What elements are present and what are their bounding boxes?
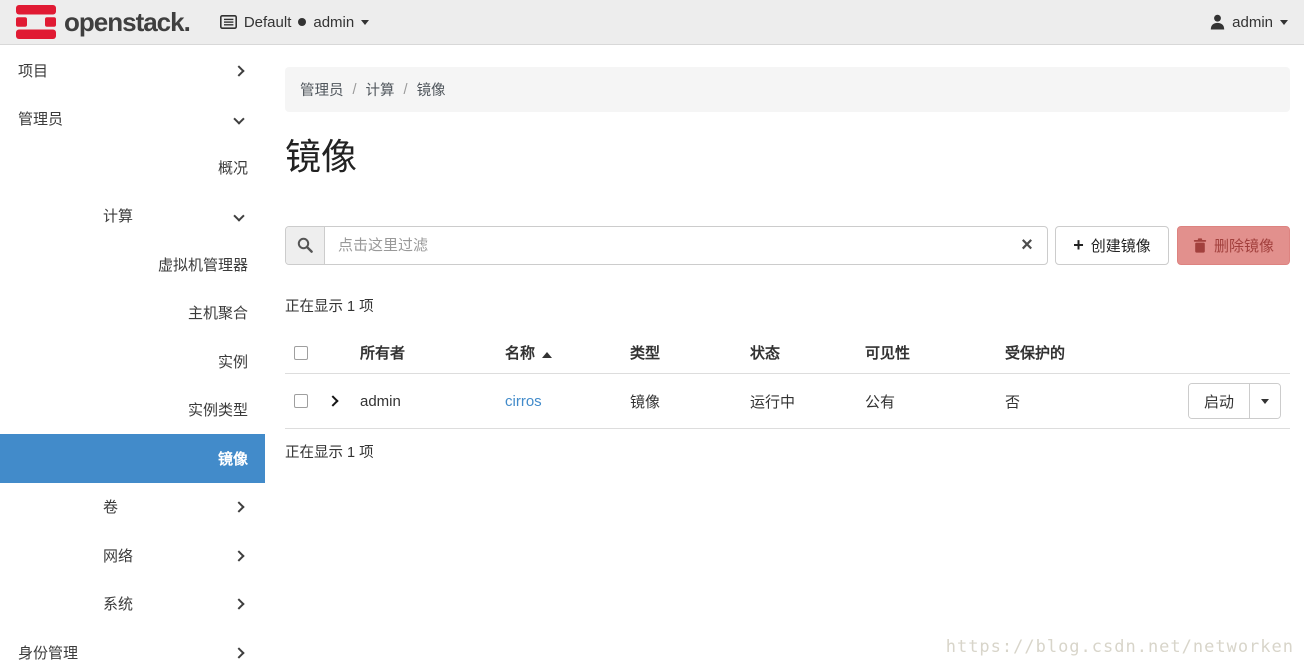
sidebar-item-admin[interactable]: 管理员: [0, 95, 265, 144]
main-content: 管理员 / 计算 / 镜像 镜像 × +: [265, 45, 1304, 663]
create-image-button[interactable]: + 创建镜像: [1055, 226, 1169, 265]
sidebar-item-images[interactable]: 镜像: [0, 434, 265, 483]
cell-visibility: 公有: [865, 374, 1005, 429]
brand[interactable]: openstack.: [16, 5, 190, 39]
search-icon: [297, 237, 313, 253]
top-navbar: openstack. Default admin admin: [0, 0, 1304, 45]
openstack-logo-icon: [16, 5, 56, 39]
launch-button[interactable]: 启动: [1189, 384, 1249, 418]
col-header-name[interactable]: 名称: [505, 332, 630, 374]
sidebar-item-network[interactable]: 网络: [0, 531, 265, 580]
sidebar-item-instances[interactable]: 实例: [0, 337, 265, 386]
chevron-down-icon: [361, 20, 369, 25]
image-name-link[interactable]: cirros: [505, 393, 542, 410]
sidebar-item-project[interactable]: 项目: [0, 46, 265, 95]
brand-text: openstack.: [64, 7, 190, 38]
page-title: 镜像: [285, 133, 1290, 182]
sidebar: 项目 管理员 概况 计算 虚拟机管理器 主机聚合 实例 实例类型 镜像: [0, 45, 265, 663]
chevron-down-icon: [1280, 20, 1288, 25]
search-button[interactable]: [286, 227, 325, 264]
filter-input[interactable]: [325, 227, 1007, 264]
user-icon: [1210, 14, 1225, 30]
sidebar-item-overview[interactable]: 概况: [0, 143, 265, 192]
cell-protected: 否: [1005, 374, 1145, 429]
filter-toolbar: × + 创建镜像 删除镜像: [285, 226, 1290, 265]
chevron-down-icon: [235, 207, 243, 224]
breadcrumb-images: 镜像: [417, 79, 446, 100]
breadcrumb-compute[interactable]: 计算: [366, 79, 395, 100]
project-label: admin: [313, 14, 354, 31]
filter-input-group: ×: [285, 226, 1048, 265]
col-header-visibility[interactable]: 可见性: [865, 332, 1005, 374]
user-menu[interactable]: admin: [1210, 14, 1288, 31]
breadcrumb-admin[interactable]: 管理员: [300, 79, 344, 100]
context-switcher[interactable]: Default admin: [220, 14, 369, 31]
dot-separator-icon: [298, 18, 306, 26]
breadcrumb-separator: /: [404, 82, 408, 98]
select-all-checkbox[interactable]: [294, 346, 308, 360]
watermark-text: https://blog.csdn.net/networken: [946, 637, 1294, 657]
breadcrumb-separator: /: [353, 82, 357, 98]
cell-status: 运行中: [750, 374, 865, 429]
clear-icon: ×: [1021, 234, 1033, 257]
chevron-right-icon: [235, 498, 243, 515]
sidebar-item-system[interactable]: 系统: [0, 580, 265, 629]
chevron-right-icon: [235, 595, 243, 612]
list-icon: [220, 15, 237, 29]
col-header-owner[interactable]: 所有者: [360, 332, 505, 374]
trash-icon: [1193, 238, 1207, 253]
sidebar-item-identity[interactable]: 身份管理: [0, 628, 265, 663]
cell-owner: admin: [360, 374, 505, 429]
col-header-type[interactable]: 类型: [630, 332, 750, 374]
items-count-top: 正在显示 1 项: [285, 295, 1290, 316]
row-actions: 启动: [1188, 383, 1281, 419]
chevron-right-icon: [235, 547, 243, 564]
table-row: admin cirros 镜像 运行中 公有 否 启动: [285, 374, 1290, 429]
actions-dropdown-button[interactable]: [1249, 384, 1280, 418]
plus-icon: +: [1073, 236, 1084, 254]
sidebar-item-volumes[interactable]: 卷: [0, 483, 265, 532]
chevron-right-icon: [235, 644, 243, 661]
username-label: admin: [1232, 14, 1273, 31]
chevron-right-icon: [235, 62, 243, 79]
col-header-status[interactable]: 状态: [750, 332, 865, 374]
delete-image-button[interactable]: 删除镜像: [1177, 226, 1290, 265]
cell-type: 镜像: [630, 374, 750, 429]
breadcrumb: 管理员 / 计算 / 镜像: [285, 67, 1290, 112]
items-count-bottom: 正在显示 1 项: [285, 441, 1290, 462]
sort-asc-icon: [542, 352, 552, 358]
clear-filter-button[interactable]: ×: [1007, 227, 1047, 264]
chevron-down-icon: [1261, 399, 1269, 404]
sidebar-item-host-aggregates[interactable]: 主机聚合: [0, 289, 265, 338]
domain-label: Default: [244, 14, 292, 31]
chevron-down-icon: [235, 110, 243, 127]
sidebar-item-compute[interactable]: 计算: [0, 192, 265, 241]
images-table: 所有者 名称 类型 状态 可见性 受保护的: [285, 332, 1290, 430]
sidebar-item-hypervisors[interactable]: 虚拟机管理器: [0, 240, 265, 289]
row-expander-icon[interactable]: [327, 395, 338, 406]
col-header-protected[interactable]: 受保护的: [1005, 332, 1145, 374]
sidebar-item-flavors[interactable]: 实例类型: [0, 386, 265, 435]
table-header-row: 所有者 名称 类型 状态 可见性 受保护的: [285, 332, 1290, 374]
row-checkbox[interactable]: [294, 394, 308, 408]
